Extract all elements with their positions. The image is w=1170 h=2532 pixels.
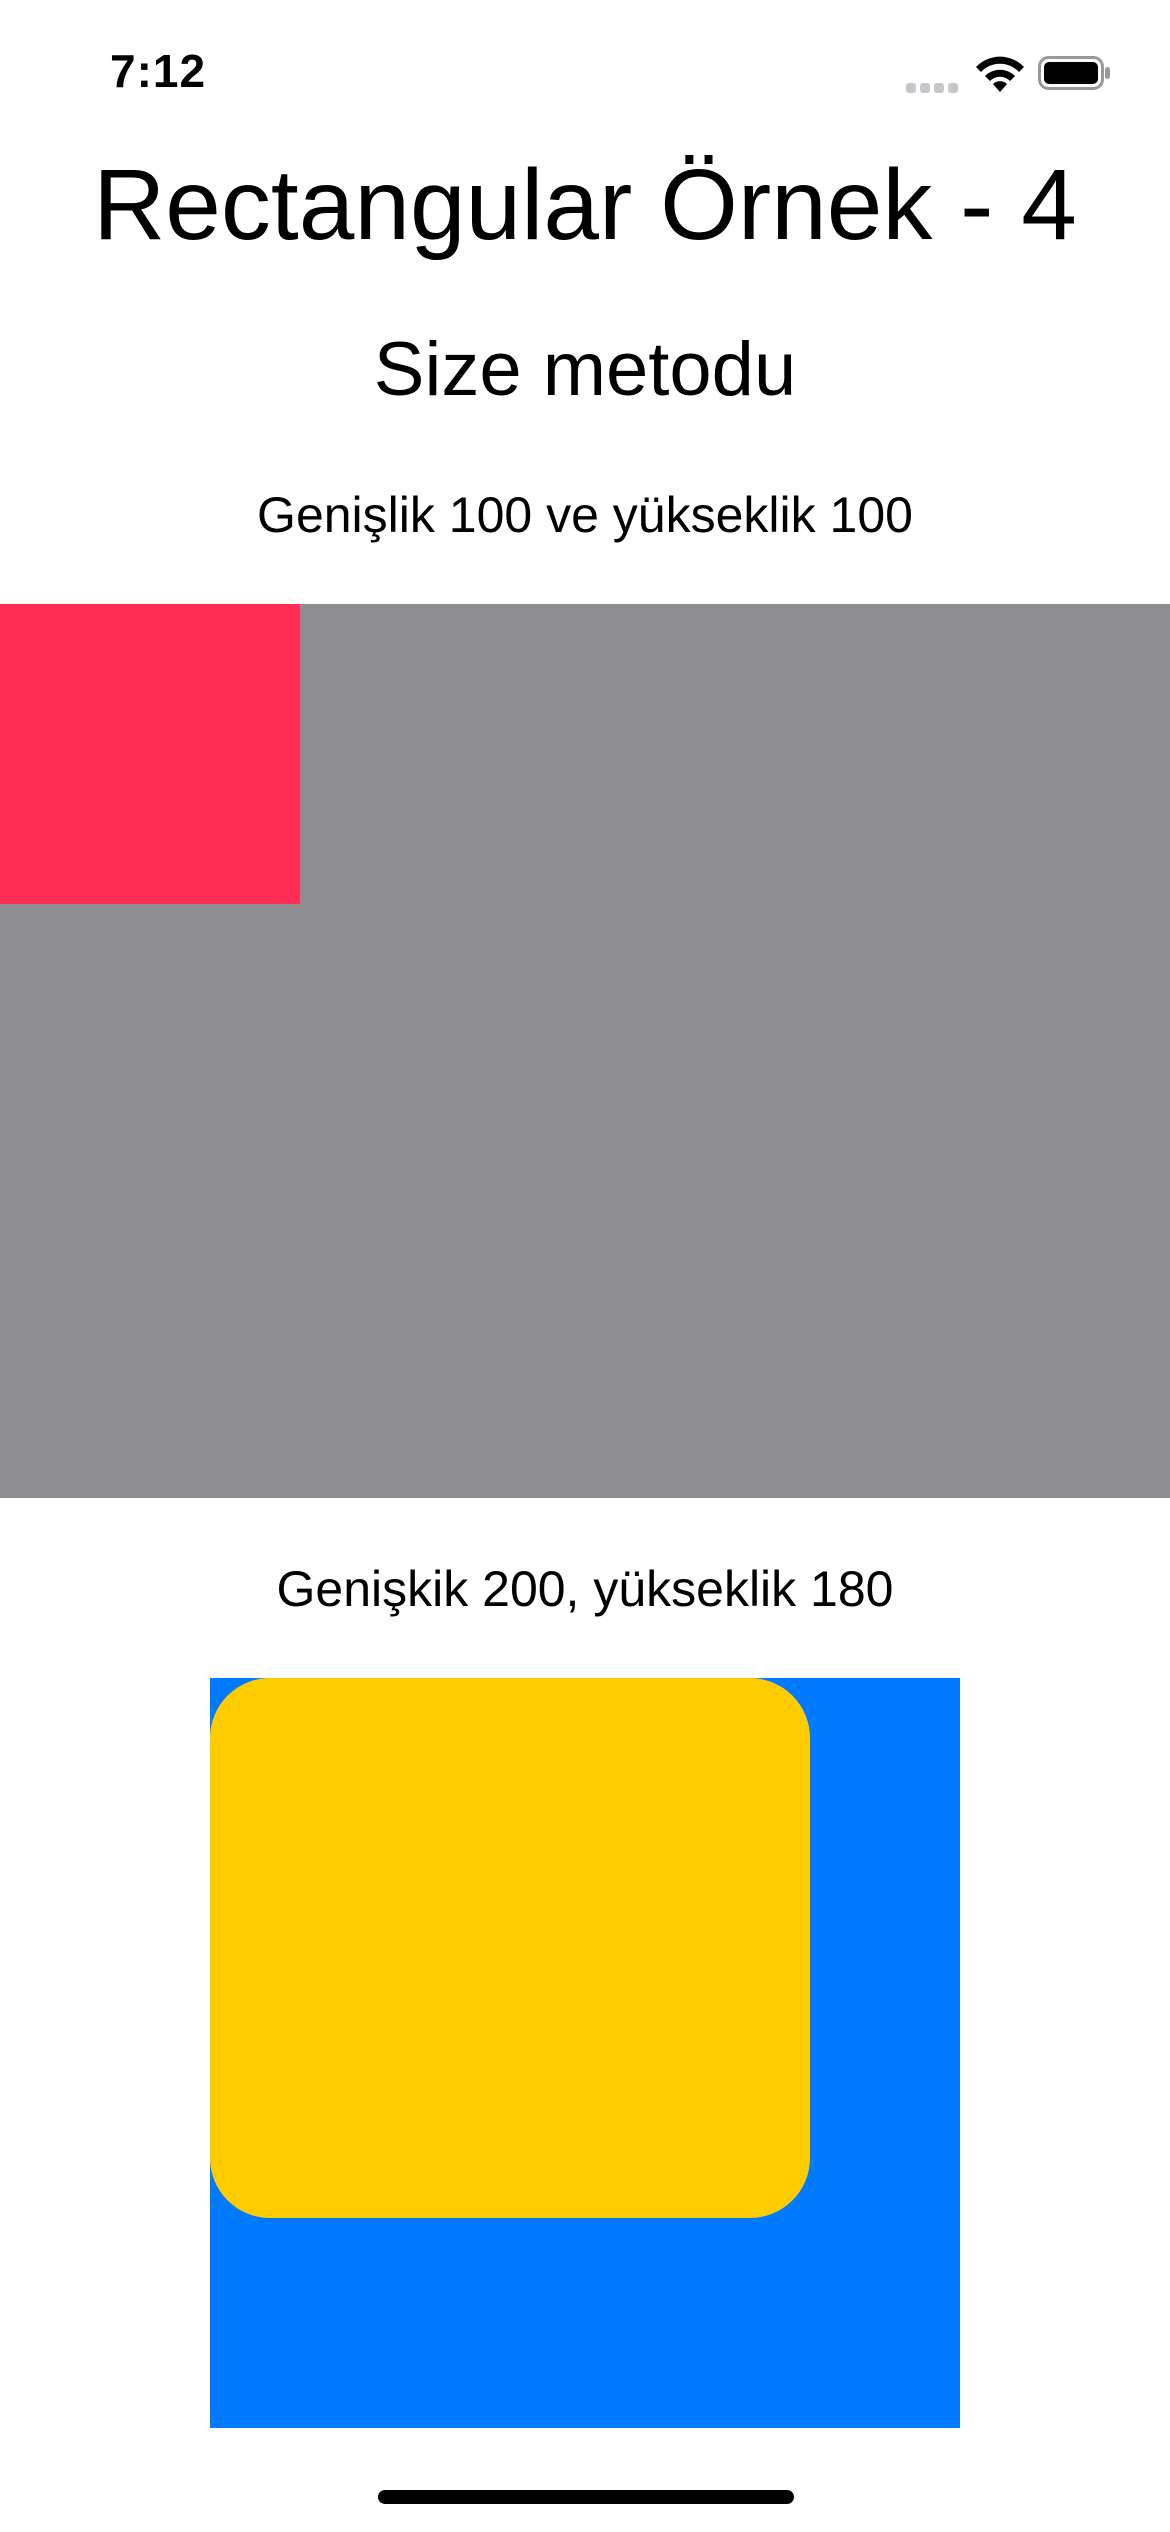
example2-caption: Genişkik 200, yükseklik 180 (276, 1561, 894, 1617)
wifi-icon (976, 56, 1024, 92)
example1-caption: Genişlik 100 ve yükseklik 100 (257, 487, 913, 543)
red-square (0, 604, 300, 904)
blue-frame-rectangle (210, 1678, 960, 2428)
status-time: 7:12 (110, 45, 207, 97)
gray-background-rectangle (0, 604, 1170, 1498)
page-title: Rectangular Örnek - 4 (93, 149, 1077, 261)
page-subtitle: Size metodu (373, 327, 797, 412)
signal-icon (906, 80, 962, 93)
home-indicator[interactable] (378, 2490, 794, 2504)
status-bar: 7:12 (0, 0, 1170, 150)
yellow-rounded-rectangle (210, 1678, 810, 2218)
battery-icon (1038, 56, 1110, 90)
